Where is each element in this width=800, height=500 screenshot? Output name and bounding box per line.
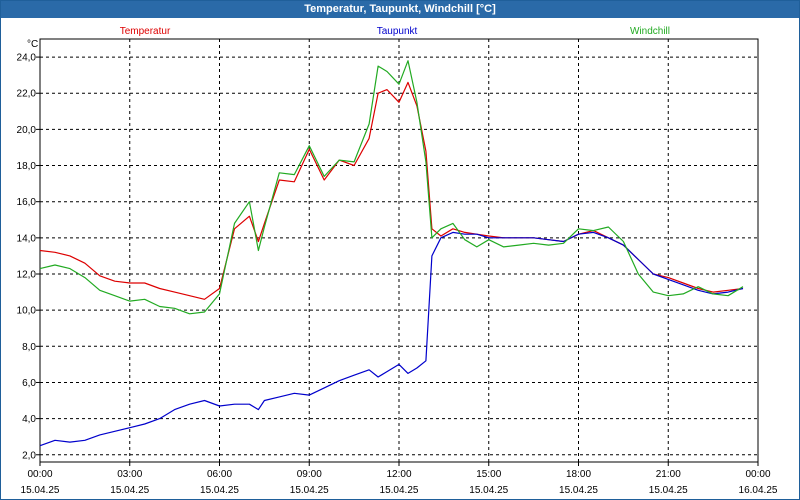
x-tick-date-label: 16.04.25 xyxy=(739,485,778,496)
x-tick-time-label: 21:00 xyxy=(656,469,681,480)
y-tick-label: 22,0 xyxy=(17,89,37,100)
legend-temperatur: Temperatur xyxy=(120,26,171,37)
y-tick-label: 14,0 xyxy=(17,233,37,244)
y-axis-unit-label: °C xyxy=(27,39,38,50)
x-tick-date-label: 15.04.25 xyxy=(200,485,239,496)
x-tick-date-label: 15.04.25 xyxy=(380,485,419,496)
y-tick-label: 12,0 xyxy=(17,270,37,281)
x-tick-time-label: 09:00 xyxy=(297,469,322,480)
y-tick-label: 8,0 xyxy=(22,342,36,353)
legend-taupunkt: Taupunkt xyxy=(377,26,418,37)
x-tick-time-label: 18:00 xyxy=(566,469,591,480)
x-tick-date-label: 15.04.25 xyxy=(290,485,329,496)
x-tick-time-label: 03:00 xyxy=(117,469,142,480)
x-tick-date-label: 15.04.25 xyxy=(469,485,508,496)
x-tick-date-label: 15.04.25 xyxy=(110,485,149,496)
x-tick-time-label: 00:00 xyxy=(745,469,770,480)
x-tick-time-label: 00:00 xyxy=(27,469,52,480)
y-tick-label: 2,0 xyxy=(22,450,36,461)
y-tick-label: 20,0 xyxy=(17,125,37,136)
x-tick-time-label: 12:00 xyxy=(386,469,411,480)
x-tick-time-label: 15:00 xyxy=(476,469,501,480)
x-tick-date-label: 15.04.25 xyxy=(649,485,688,496)
x-tick-date-label: 15.04.25 xyxy=(21,485,60,496)
y-tick-label: 4,0 xyxy=(22,414,36,425)
x-tick-time-label: 06:00 xyxy=(207,469,232,480)
x-tick-date-label: 15.04.25 xyxy=(559,485,598,496)
y-tick-label: 16,0 xyxy=(17,197,37,208)
legend-windchill: Windchill xyxy=(630,26,670,37)
chart-svg: 24,0 22,0 20,0 18,0 16,0 14,0 12,0 10,0 8,0 6,0 4,… xyxy=(17,26,778,496)
y-tick-label: 6,0 xyxy=(22,378,36,389)
y-tick-label: 10,0 xyxy=(17,306,37,317)
y-tick-label: 18,0 xyxy=(17,161,37,172)
y-tick-label: 24,0 xyxy=(17,53,37,64)
